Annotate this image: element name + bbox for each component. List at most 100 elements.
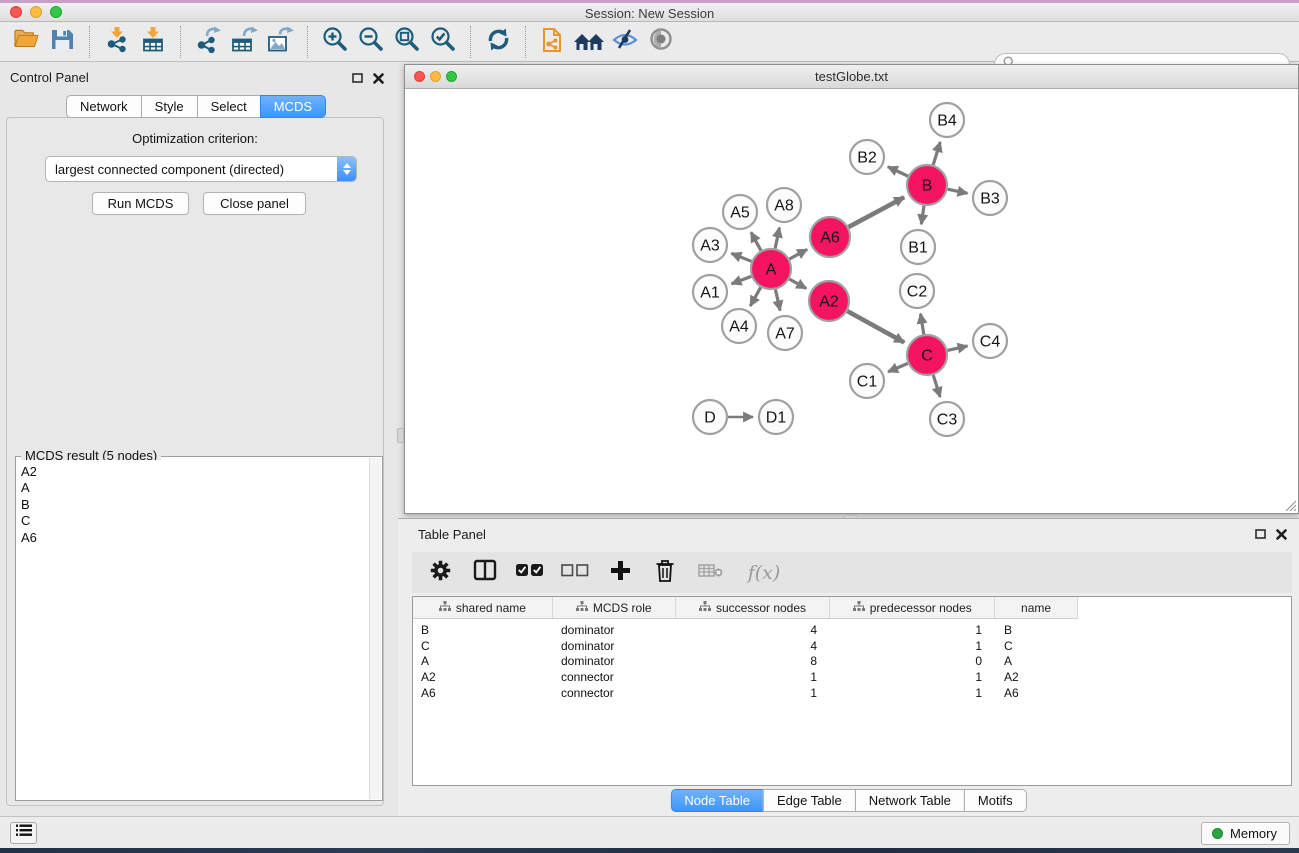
- window-resize-grip[interactable]: [1283, 498, 1296, 511]
- memory-button[interactable]: Memory: [1201, 822, 1290, 845]
- edge-A-A7[interactable]: [775, 290, 780, 311]
- table-options-button[interactable]: [425, 558, 455, 588]
- tab-select[interactable]: Select: [197, 95, 261, 118]
- optimization-criterion-select[interactable]: largest connected component (directed): [45, 156, 357, 182]
- table-cell[interactable]: 8: [676, 654, 831, 668]
- column-header-mcds-role[interactable]: MCDS role: [553, 597, 676, 618]
- table-cell[interactable]: 1: [831, 623, 996, 637]
- table-cell[interactable]: B: [413, 623, 553, 637]
- apply-layout-button[interactable]: [480, 25, 516, 59]
- mcds-result-item[interactable]: A: [21, 480, 369, 496]
- zoom-out-button[interactable]: [353, 25, 389, 59]
- zoom-selected-button[interactable]: [425, 25, 461, 59]
- mcds-result-scrollbar[interactable]: [369, 458, 381, 799]
- node-A7[interactable]: A7: [768, 316, 802, 350]
- run-mcds-button[interactable]: Run MCDS: [92, 192, 189, 215]
- node-B2[interactable]: B2: [850, 140, 884, 174]
- table-cell[interactable]: 1: [831, 670, 996, 684]
- node-A4[interactable]: A4: [722, 309, 756, 343]
- edge-C-C4[interactable]: [947, 346, 967, 350]
- task-history-button[interactable]: [10, 822, 37, 844]
- table-cell[interactable]: 0: [831, 654, 996, 668]
- table-cell[interactable]: connector: [553, 670, 676, 684]
- edge-C-C1[interactable]: [888, 363, 908, 372]
- table-cell[interactable]: A2: [413, 670, 553, 684]
- export-network-button[interactable]: [190, 25, 226, 59]
- table-cell[interactable]: A6: [996, 686, 1078, 700]
- edge-A-A4[interactable]: [750, 287, 760, 306]
- edge-A-A2[interactable]: [789, 279, 806, 288]
- edge-A-A1[interactable]: [732, 276, 752, 283]
- column-header-name[interactable]: name: [995, 597, 1077, 618]
- show-columns-button[interactable]: [470, 558, 500, 588]
- node-A3[interactable]: A3: [693, 228, 727, 262]
- create-column-button[interactable]: [605, 558, 635, 588]
- table-cell[interactable]: 1: [676, 686, 831, 700]
- edge-A-A6[interactable]: [789, 249, 807, 259]
- edge-B-B2[interactable]: [888, 167, 908, 176]
- close-panel-button[interactable]: Close panel: [203, 192, 306, 215]
- float-panel-icon[interactable]: [352, 71, 363, 89]
- tab-edge-table[interactable]: Edge Table: [763, 789, 856, 812]
- edge-B-B1[interactable]: [921, 206, 924, 224]
- table-cell[interactable]: 4: [676, 623, 831, 637]
- node-A5[interactable]: A5: [723, 195, 757, 229]
- edge-B-B3[interactable]: [948, 189, 968, 193]
- mcds-result-item[interactable]: B: [21, 497, 369, 513]
- select-all-button[interactable]: [515, 558, 545, 588]
- table-cell[interactable]: 1: [831, 686, 996, 700]
- table-cell[interactable]: connector: [553, 686, 676, 700]
- node-C1[interactable]: C1: [850, 364, 884, 398]
- node-D1[interactable]: D1: [759, 400, 793, 434]
- close-panel-icon[interactable]: [373, 71, 384, 89]
- deselect-all-button[interactable]: [560, 558, 590, 588]
- table-cell[interactable]: A2: [996, 670, 1078, 684]
- table-cell[interactable]: A: [996, 654, 1078, 668]
- node-A1[interactable]: A1: [693, 275, 727, 309]
- tab-mcds[interactable]: MCDS: [260, 95, 326, 118]
- edge-C-C3[interactable]: [933, 375, 940, 397]
- edge-A-A8[interactable]: [775, 228, 779, 249]
- hide-graphics-details-button[interactable]: [607, 25, 643, 59]
- open-session-button[interactable]: [8, 25, 44, 59]
- node-D[interactable]: D: [693, 400, 727, 434]
- splitpane-handle-vertical[interactable]: [397, 428, 404, 443]
- zoom-in-button[interactable]: [317, 25, 353, 59]
- column-header-shared-name[interactable]: shared name: [413, 597, 553, 618]
- edge-A-A5[interactable]: [751, 232, 761, 250]
- close-panel-icon[interactable]: [1276, 527, 1287, 545]
- table-cell[interactable]: 1: [676, 670, 831, 684]
- import-table-button[interactable]: [135, 25, 171, 59]
- tab-network[interactable]: Network: [66, 95, 142, 118]
- node-C[interactable]: C: [907, 335, 947, 375]
- delete-columns-button[interactable]: [650, 558, 680, 588]
- tab-style[interactable]: Style: [141, 95, 198, 118]
- import-network-button[interactable]: [99, 25, 135, 59]
- edge-A-A3[interactable]: [731, 253, 751, 261]
- node-C2[interactable]: C2: [900, 274, 934, 308]
- double-house-icon[interactable]: [571, 25, 607, 59]
- mcds-result-item[interactable]: A6: [21, 530, 369, 546]
- export-table-button[interactable]: [226, 25, 262, 59]
- node-B3[interactable]: B3: [973, 181, 1007, 215]
- edge-A2-C[interactable]: [847, 311, 904, 342]
- table-cell[interactable]: B: [996, 623, 1078, 637]
- table-cell[interactable]: dominator: [553, 654, 676, 668]
- table-cell[interactable]: dominator: [553, 623, 676, 637]
- table-cell[interactable]: C: [996, 639, 1078, 653]
- tab-motifs[interactable]: Motifs: [964, 789, 1027, 812]
- edge-B-B4[interactable]: [933, 142, 940, 165]
- tab-network-table[interactable]: Network Table: [855, 789, 965, 812]
- float-panel-icon[interactable]: [1255, 527, 1266, 545]
- node-A[interactable]: A: [751, 249, 791, 289]
- zoom-fit-button[interactable]: [389, 25, 425, 59]
- network-graph[interactable]: B4B2BB3A8A5A6A3B1AA1C2A2A4A7C4CC1C3DD1: [405, 89, 1298, 513]
- table-cell[interactable]: A: [413, 654, 553, 668]
- node-A2[interactable]: A2: [809, 281, 849, 321]
- node-B1[interactable]: B1: [901, 230, 935, 264]
- node-B[interactable]: B: [907, 165, 947, 205]
- table-cell[interactable]: dominator: [553, 639, 676, 653]
- mcds-result-item[interactable]: C: [21, 513, 369, 529]
- node-B4[interactable]: B4: [930, 103, 964, 137]
- mcds-result-item[interactable]: A2: [21, 464, 369, 480]
